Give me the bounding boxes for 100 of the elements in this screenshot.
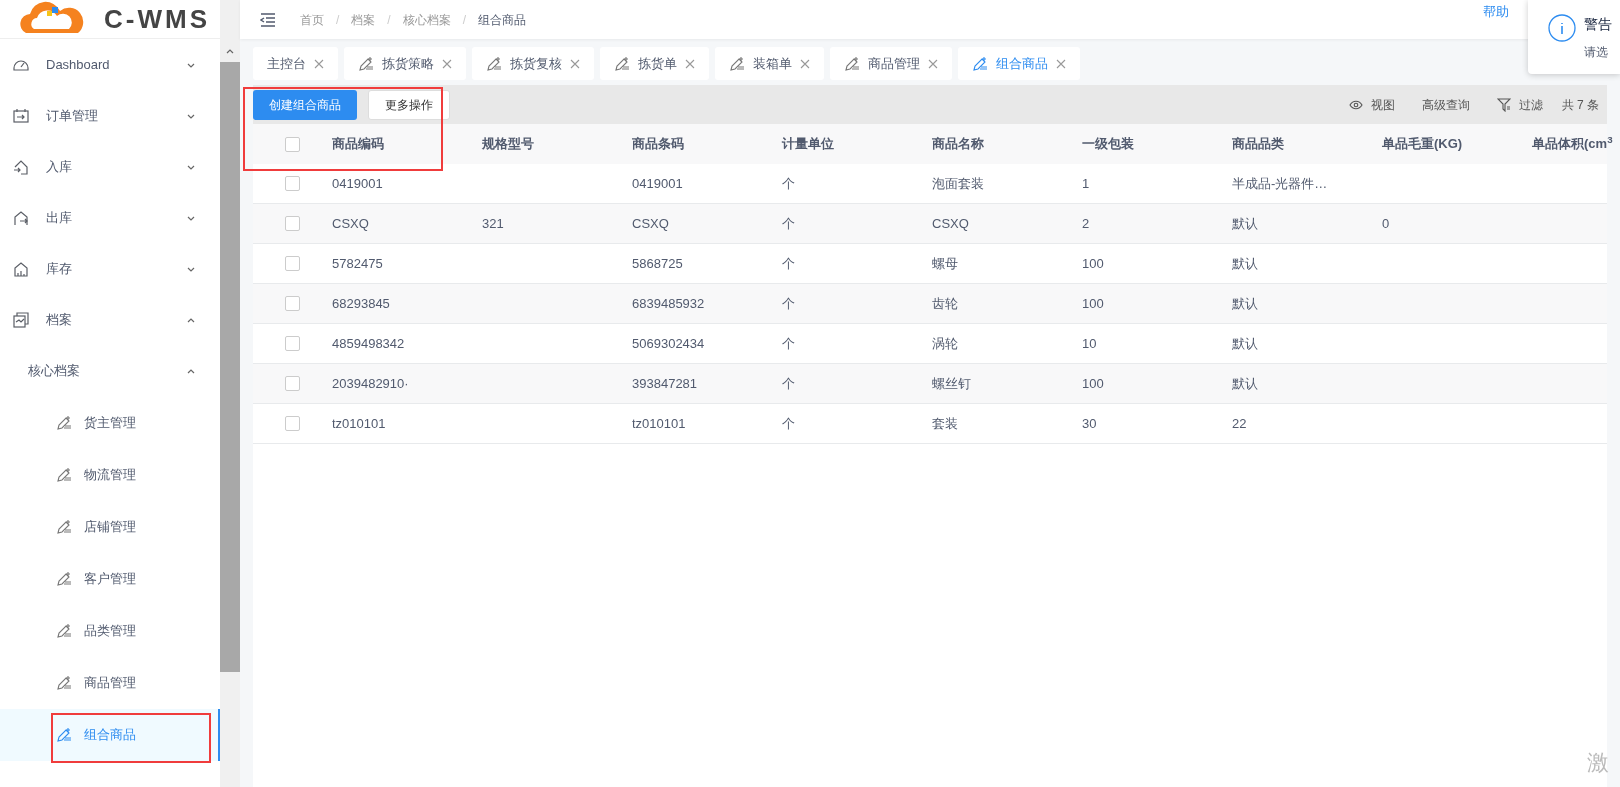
table-cell: 68293845 bbox=[332, 295, 390, 311]
table-cell: 泡面套装 bbox=[932, 175, 984, 191]
stacked-pages-icon bbox=[12, 310, 30, 329]
page-tab[interactable]: 主控台 bbox=[253, 47, 338, 80]
sidebar-subitem[interactable]: 客户管理 bbox=[0, 553, 220, 605]
row-checkbox[interactable] bbox=[285, 296, 300, 311]
sidebar-item[interactable]: 出库 bbox=[0, 192, 220, 243]
table-cell: 默认 bbox=[1232, 295, 1258, 311]
pen-list-icon bbox=[56, 467, 72, 483]
table-cell: tz010101 bbox=[332, 415, 386, 431]
page-tab[interactable]: 商品管理 bbox=[830, 47, 952, 80]
table-cell: 0 bbox=[1382, 215, 1390, 231]
pen-list-icon bbox=[56, 623, 72, 639]
notification-message: 请选 bbox=[1584, 44, 1609, 61]
close-icon[interactable] bbox=[800, 58, 810, 69]
pen-list-icon bbox=[56, 727, 72, 743]
sidebar-subitem[interactable]: 店铺管理 bbox=[0, 501, 220, 553]
table-cell: CSXQ bbox=[332, 215, 369, 231]
sidebar-group[interactable]: 核心档案 bbox=[0, 345, 220, 397]
breadcrumb-separator: / bbox=[462, 11, 467, 29]
toolbar-tool[interactable]: 视图 bbox=[1340, 95, 1403, 114]
toolbar-tool[interactable]: 高级查询 bbox=[1413, 95, 1478, 114]
table-cell: 30 bbox=[1082, 415, 1097, 431]
sidebar-item[interactable]: 档案 bbox=[0, 294, 220, 345]
table-cell: 螺丝钉 bbox=[932, 375, 971, 391]
total-count: 共 7 条 bbox=[1561, 96, 1599, 114]
table-cell: 393847281 bbox=[632, 375, 698, 391]
table-cell: 个 bbox=[782, 295, 795, 311]
table-cell: 齿轮 bbox=[932, 295, 958, 311]
sidebar-subitem[interactable]: 物流管理 bbox=[0, 449, 220, 501]
table-cell: 个 bbox=[782, 415, 795, 431]
table-cell: 涡轮 bbox=[932, 335, 958, 351]
table-cell: 100 bbox=[1082, 255, 1104, 271]
table-cell: CSXQ bbox=[932, 215, 969, 231]
table-cell: 0419001 bbox=[632, 175, 683, 191]
pen-list-icon bbox=[56, 415, 72, 431]
close-icon[interactable] bbox=[685, 58, 695, 69]
sidebar-subitem[interactable]: 货主管理 bbox=[0, 397, 220, 449]
close-icon[interactable] bbox=[442, 58, 452, 69]
pen-list-icon bbox=[972, 55, 988, 72]
scrollbar-thumb[interactable] bbox=[220, 62, 240, 672]
close-icon[interactable] bbox=[928, 58, 938, 69]
sidebar-subitem[interactable]: 品类管理 bbox=[0, 605, 220, 657]
table-cell: 0419001 bbox=[332, 175, 383, 191]
pen-list-icon bbox=[729, 55, 745, 72]
row-checkbox[interactable] bbox=[285, 256, 300, 271]
row-checkbox[interactable] bbox=[285, 376, 300, 391]
row-checkbox[interactable] bbox=[285, 216, 300, 231]
page-tab[interactable]: 拣货策略 bbox=[344, 47, 466, 80]
more-actions-button[interactable]: 更多操作 bbox=[368, 89, 450, 120]
table-cell: 个 bbox=[782, 375, 795, 391]
table-cell: 套装 bbox=[932, 415, 958, 431]
column-header: 单品毛重(KG) bbox=[1382, 136, 1463, 152]
table-cell: 5868725 bbox=[632, 255, 683, 271]
page-tab[interactable]: 组合商品 bbox=[958, 47, 1080, 80]
table-cell: 4859498342 bbox=[332, 335, 405, 351]
column-header: 商品条码 bbox=[632, 136, 684, 152]
close-icon[interactable] bbox=[570, 58, 580, 69]
breadcrumb-separator: / bbox=[336, 11, 340, 29]
logo-wordmark: C-WMS bbox=[104, 6, 210, 32]
sidebar-item[interactable]: 入库 bbox=[0, 141, 220, 192]
notification-title: 警告 bbox=[1584, 15, 1612, 34]
column-header: 一级包装 bbox=[1082, 136, 1134, 152]
page-tab[interactable]: 拣货单 bbox=[600, 47, 709, 80]
table-cell: 个 bbox=[782, 175, 795, 191]
select-all-checkbox[interactable] bbox=[285, 136, 300, 152]
table-cell: 半成品-光器件… bbox=[1232, 175, 1328, 191]
column-header: 商品编码 bbox=[332, 136, 384, 152]
table-cell: 个 bbox=[782, 255, 795, 271]
table-cell: 5782475 bbox=[332, 255, 383, 271]
page-tab[interactable]: 拣货复核 bbox=[472, 47, 594, 80]
table-cell: 默认 bbox=[1232, 375, 1258, 391]
column-header: 商品品类 bbox=[1232, 136, 1284, 152]
close-icon[interactable] bbox=[314, 58, 324, 69]
pen-list-icon bbox=[486, 55, 502, 72]
table-cell: 1 bbox=[1082, 175, 1090, 191]
row-checkbox[interactable] bbox=[285, 416, 300, 431]
sidebar-subitem[interactable]: 商品管理 bbox=[0, 657, 220, 709]
sidebar-item[interactable]: Dashboard bbox=[0, 39, 220, 90]
table-cell: 个 bbox=[782, 215, 795, 231]
column-header: 规格型号 bbox=[482, 136, 534, 152]
table-cell: 22 bbox=[1232, 415, 1247, 431]
table-cell: 321 bbox=[482, 215, 504, 231]
table-cell: 螺母 bbox=[932, 255, 958, 271]
row-checkbox[interactable] bbox=[285, 176, 300, 191]
row-checkbox[interactable] bbox=[285, 336, 300, 351]
toolbar-tool[interactable]: 过滤 bbox=[1488, 95, 1551, 114]
menu-collapse-icon[interactable] bbox=[260, 12, 276, 27]
pen-list-icon bbox=[56, 519, 72, 535]
close-icon[interactable] bbox=[1056, 58, 1066, 69]
pen-list-icon bbox=[844, 55, 860, 72]
help-link[interactable]: 帮助 bbox=[1483, 1, 1509, 22]
sidebar-item[interactable]: 订单管理 bbox=[0, 90, 220, 141]
table-cell: 6839485932 bbox=[632, 295, 705, 311]
breadcrumb-separator: / bbox=[387, 11, 391, 29]
page-tab[interactable]: 装箱单 bbox=[715, 47, 824, 80]
table-cell: 默认 bbox=[1232, 335, 1258, 351]
column-header: 计量单位 bbox=[782, 136, 834, 152]
sidebar-item[interactable]: 库存 bbox=[0, 243, 220, 294]
table-cell: 100 bbox=[1082, 295, 1104, 311]
